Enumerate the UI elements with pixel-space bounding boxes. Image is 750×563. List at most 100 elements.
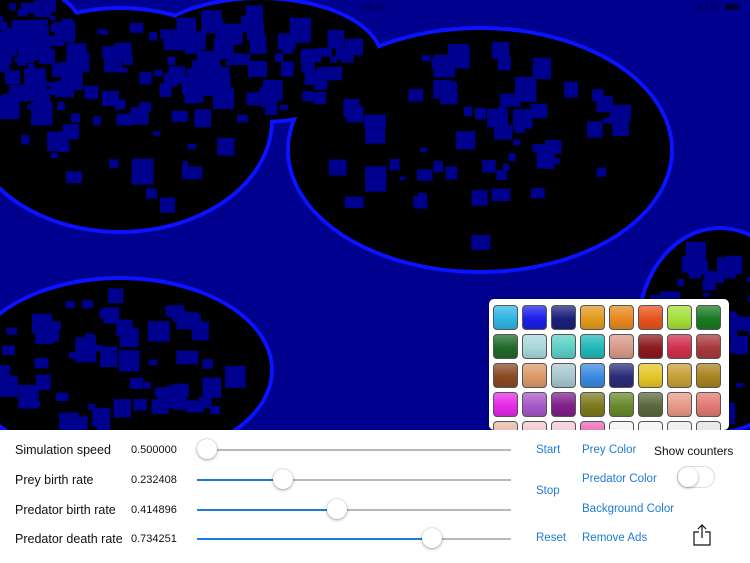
color-swatch[interactable]: [696, 305, 721, 330]
color-swatch[interactable]: [551, 334, 576, 359]
background-patch: [222, 23, 243, 45]
background-patch: [133, 399, 147, 411]
background-patch: [250, 13, 263, 27]
color-swatch[interactable]: [580, 334, 605, 359]
color-swatch[interactable]: [493, 363, 518, 388]
color-swatch[interactable]: [667, 305, 692, 330]
color-swatch[interactable]: [667, 392, 692, 417]
stop-button[interactable]: Stop: [536, 485, 560, 497]
color-swatch[interactable]: [696, 363, 721, 388]
predator-birth-rate-label: Predator birth rate: [15, 503, 116, 517]
slider-thumb[interactable]: [422, 528, 442, 548]
color-swatch[interactable]: [696, 334, 721, 359]
color-swatch[interactable]: [493, 392, 518, 417]
background-patch: [474, 107, 487, 120]
background-patch: [129, 377, 144, 390]
background-patch: [113, 399, 131, 418]
background-patch: [365, 124, 386, 144]
slider-thumb[interactable]: [197, 439, 217, 459]
color-swatch[interactable]: [638, 392, 663, 417]
color-swatch[interactable]: [493, 421, 518, 430]
color-swatch[interactable]: [667, 334, 692, 359]
color-swatch[interactable]: [493, 305, 518, 330]
predator-birth-rate-slider[interactable]: [197, 499, 511, 519]
share-icon[interactable]: [693, 524, 711, 546]
color-swatch[interactable]: [638, 363, 663, 388]
background-patch: [61, 18, 73, 29]
remove-ads-button[interactable]: Remove Ads: [582, 532, 647, 544]
color-swatch[interactable]: [522, 305, 547, 330]
color-swatch[interactable]: [638, 334, 663, 359]
color-swatch[interactable]: [580, 421, 605, 430]
color-swatch[interactable]: [522, 363, 547, 388]
background-patch: [5, 70, 21, 85]
color-swatch[interactable]: [667, 363, 692, 388]
background-patch: [503, 163, 510, 171]
background-patch: [612, 120, 629, 137]
simulation-speed-slider[interactable]: [197, 439, 511, 459]
status-time: 09:14: [363, 2, 386, 12]
color-swatch[interactable]: [551, 305, 576, 330]
predator-color-button[interactable]: Predator Color: [582, 473, 657, 485]
background-patch: [50, 152, 58, 159]
background-patch: [14, 57, 22, 63]
background-patch: [609, 104, 631, 122]
background-patch: [471, 190, 488, 206]
color-swatch[interactable]: [609, 334, 634, 359]
color-swatch[interactable]: [522, 392, 547, 417]
background-patch: [344, 196, 364, 208]
color-swatch[interactable]: [696, 392, 721, 417]
color-swatch[interactable]: [638, 421, 663, 430]
background-patch: [164, 35, 173, 43]
background-patch: [211, 75, 231, 93]
background-patch: [2, 345, 16, 355]
background-patch: [65, 171, 82, 184]
color-swatch[interactable]: [580, 363, 605, 388]
color-swatch[interactable]: [551, 421, 576, 430]
background-patch: [213, 20, 225, 30]
color-swatch[interactable]: [551, 363, 576, 388]
prey-birth-rate-value: 0.232408: [131, 474, 177, 486]
color-swatch[interactable]: [696, 421, 721, 430]
background-patch: [280, 104, 288, 111]
background-patch: [129, 23, 144, 33]
slider-thumb[interactable]: [327, 499, 347, 519]
background-patch: [176, 350, 199, 365]
predator-death-rate-slider[interactable]: [197, 528, 511, 548]
background-color-button[interactable]: Background Color: [582, 503, 674, 515]
color-swatch[interactable]: [551, 392, 576, 417]
background-patch: [417, 192, 427, 202]
background-patch: [704, 271, 725, 284]
background-patch: [59, 412, 80, 430]
color-swatch[interactable]: [580, 305, 605, 330]
slider-thumb[interactable]: [273, 469, 293, 489]
color-swatch[interactable]: [609, 392, 634, 417]
start-button[interactable]: Start: [536, 444, 560, 456]
color-swatch[interactable]: [522, 421, 547, 430]
background-patch: [154, 69, 163, 77]
background-patch: [246, 92, 260, 106]
color-swatch[interactable]: [522, 334, 547, 359]
background-patch: [0, 364, 10, 377]
color-swatch[interactable]: [609, 363, 634, 388]
background-patch: [237, 114, 248, 123]
color-swatch[interactable]: [580, 392, 605, 417]
prey-birth-rate-label: Prey birth rate: [15, 473, 94, 487]
background-patch: [496, 169, 507, 181]
predator-death-rate-label: Predator death rate: [15, 532, 123, 546]
color-swatch[interactable]: [493, 334, 518, 359]
background-patch: [147, 321, 170, 342]
show-counters-toggle[interactable]: [677, 466, 715, 488]
background-patch: [57, 102, 65, 111]
background-patch: [17, 8, 28, 17]
prey-color-button[interactable]: Prey Color: [582, 444, 636, 456]
color-swatch[interactable]: [667, 421, 692, 430]
prey-birth-rate-slider[interactable]: [197, 469, 511, 489]
background-patch: [34, 357, 49, 369]
background-patch: [148, 359, 158, 366]
color-swatch[interactable]: [609, 305, 634, 330]
background-patch: [39, 49, 55, 65]
reset-button[interactable]: Reset: [536, 532, 566, 544]
color-swatch[interactable]: [638, 305, 663, 330]
background-patch: [68, 72, 78, 79]
